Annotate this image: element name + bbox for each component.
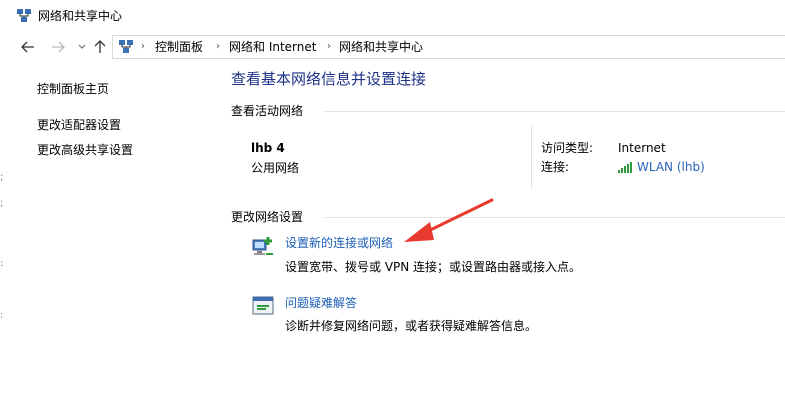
access-type-value: Internet <box>618 141 666 155</box>
breadcrumb-separator: › <box>327 41 331 52</box>
network-center-icon <box>17 9 31 22</box>
troubleshoot-problems-link[interactable]: 问题疑难解答 <box>285 295 357 311</box>
active-networks-heading: 查看活动网络 <box>231 104 304 118</box>
network-center-icon <box>119 40 133 53</box>
connection-label: 连接: <box>541 160 570 174</box>
network-info-divider <box>531 126 532 189</box>
chevron-down-icon <box>78 44 86 49</box>
wlan-connection-label: WLAN (lhb) <box>637 160 705 174</box>
sidebar-item-control-panel-home[interactable]: 控制面板主页 <box>37 81 109 97</box>
breadcrumb-separator: › <box>216 41 220 52</box>
breadcrumb-network-sharing-center[interactable]: 网络和共享中心 <box>339 40 423 54</box>
troubleshoot-icon <box>252 296 274 315</box>
breadcrumb-control-panel[interactable]: 控制面板 <box>155 40 203 54</box>
window-title: 网络和共享中心 <box>38 9 123 23</box>
forward-button[interactable] <box>48 37 68 57</box>
window-titlebar: 网络和共享中心 <box>0 0 785 32</box>
breadcrumb-separator: › <box>141 41 145 52</box>
wifi-signal-icon <box>618 162 632 173</box>
back-button[interactable] <box>18 37 38 57</box>
annotation-arrow-icon <box>404 198 494 242</box>
sidebar-item-change-adapter-settings[interactable]: 更改适配器设置 <box>37 117 121 133</box>
setup-new-connection-description: 设置宽带、拨号或 VPN 连接；或设置路由器或接入点。 <box>285 260 582 274</box>
navigation-bar: › 控制面板 › 网络和 Internet › 网络和共享中心 <box>0 32 785 62</box>
network-type: 公用网络 <box>251 161 300 175</box>
arrow-up-icon <box>94 40 106 53</box>
recent-locations-button[interactable] <box>72 37 92 57</box>
page-title: 查看基本网络信息并设置连接 <box>231 70 427 88</box>
sidebar: 控制面板主页 更改适配器设置 更改高级共享设置 <box>0 62 220 412</box>
breadcrumb-network-internet[interactable]: 网络和 Internet <box>229 40 316 54</box>
arrow-left-icon <box>21 41 34 53</box>
new-connection-icon <box>252 237 273 255</box>
troubleshoot-problems-description: 诊断并修复网络问题，或者获得疑难解答信息。 <box>285 319 538 333</box>
setup-new-connection-link[interactable]: 设置新的连接或网络 <box>285 235 393 251</box>
up-button[interactable] <box>90 37 110 57</box>
change-settings-heading: 更改网络设置 <box>231 210 304 224</box>
wlan-connection-link[interactable]: WLAN (lhb) <box>618 159 705 175</box>
section-divider <box>324 111 785 112</box>
address-bar[interactable]: › 控制面板 › 网络和 Internet › 网络和共享中心 <box>112 35 785 59</box>
sidebar-item-change-advanced-sharing[interactable]: 更改高级共享设置 <box>37 142 133 158</box>
main-content: 查看基本网络信息并设置连接 查看活动网络 lhb 4 公用网络 访问类型: In… <box>220 62 785 412</box>
access-type-label: 访问类型: <box>541 141 594 155</box>
arrow-right-icon <box>52 41 65 53</box>
network-name: lhb 4 <box>251 141 285 155</box>
section-divider <box>324 217 785 218</box>
